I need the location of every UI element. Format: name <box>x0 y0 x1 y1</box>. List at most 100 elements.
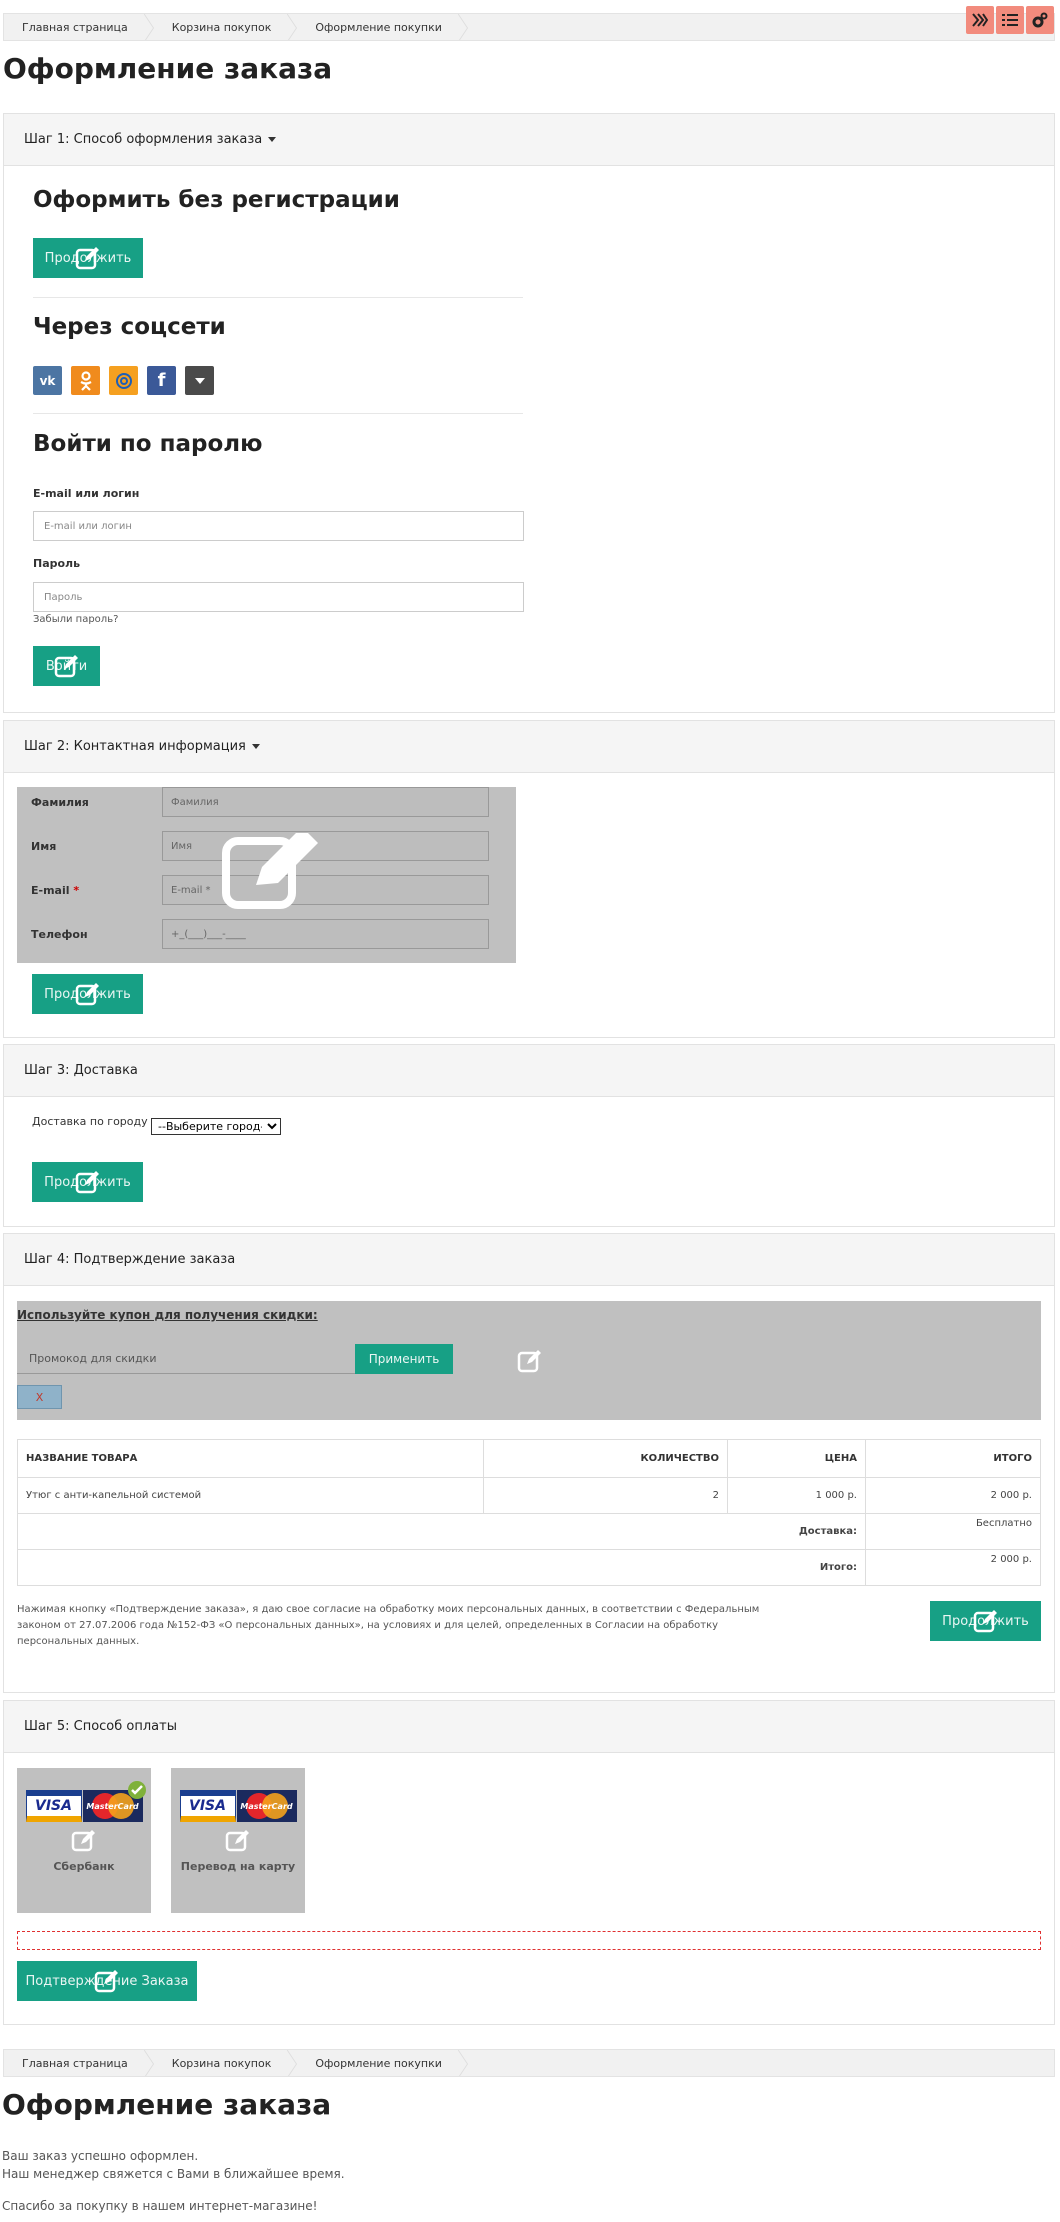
page-title: Оформление заказа <box>3 52 333 85</box>
cards-logos: VISA MasterCard <box>179 1790 297 1822</box>
success-line-1: Ваш заказ успешно оформлен. <box>2 2149 199 2163</box>
payment-name: Перевод на карту <box>180 1860 296 1873</box>
product-name: Утюг с анти-капельной системой <box>17 1477 484 1514</box>
contact-continue-label: Продолжить <box>44 986 131 1002</box>
delivery-row: Доставка: Бесплатно <box>17 1513 1041 1550</box>
guest-continue-label: Продолжить <box>44 250 132 266</box>
phone-label: Телефон <box>31 928 88 941</box>
firstname-label: Имя <box>31 840 57 853</box>
password-label: Пароль <box>33 557 81 570</box>
selected-check-icon <box>128 1781 146 1799</box>
visa-logo: VISA <box>179 1790 236 1822</box>
breadcrumb-current: Оформление покупки <box>297 2050 468 2076</box>
confirm-order-button[interactable]: Подтверждение Заказа <box>17 1961 197 2001</box>
settings-icon[interactable] <box>1026 6 1054 34</box>
payment-option-sberbank[interactable]: VISA MasterCard Сбербанк <box>17 1768 151 1913</box>
breadcrumb-home[interactable]: Главная страница <box>4 14 154 40</box>
breadcrumb-cart[interactable]: Корзина покупок <box>154 14 298 40</box>
social-heading: Через соцсети <box>33 314 226 340</box>
consent-text: Нажимая кнопку «Подтверждение заказа», я… <box>17 1604 760 1647</box>
edit-icon <box>225 1830 249 1852</box>
step-3-header[interactable]: Шаг 3: Доставка <box>4 1045 1054 1097</box>
email-input[interactable]: E-mail * <box>162 875 489 905</box>
step-3-title: Шаг 3: Доставка <box>24 1063 138 1078</box>
confirm-continue-label: Продолжить <box>942 1613 1029 1629</box>
step-2-header[interactable]: Шаг 2: Контактная информация <box>4 721 1054 773</box>
step-2-panel: Шаг 2: Контактная информация Фамилия Фам… <box>3 720 1055 1038</box>
breadcrumb: Главная страница Корзина покупок Оформле… <box>3 13 1055 41</box>
login-input[interactable]: E-mail или логин <box>33 511 524 541</box>
delivery-label: Доставка по городу <box>32 1115 148 1128</box>
login-label: E-mail или логин <box>33 487 140 500</box>
lastname-input[interactable]: Фамилия <box>162 787 489 817</box>
firstname-input[interactable]: Имя <box>162 831 489 861</box>
facebook-icon[interactable]: f <box>147 366 176 395</box>
breadcrumb-home[interactable]: Главная страница <box>4 2050 154 2076</box>
guest-heading: Оформить без регистрации <box>33 187 400 213</box>
step-5-header[interactable]: Шаг 5: Способ оплаты <box>4 1701 1054 1753</box>
list-icon[interactable] <box>996 6 1024 34</box>
admin-toolbar <box>966 6 1054 34</box>
step-4-panel: Шаг 4: Подтверждение заказа Используйте … <box>3 1233 1055 1693</box>
contact-continue-button[interactable]: Продолжить <box>32 974 143 1014</box>
total-row-value: 2 000 р. <box>865 1549 1041 1586</box>
success-message: Ваш заказ успешно оформлен. Наш менеджер… <box>2 2147 345 2215</box>
col-product: НАЗВАНИЕ ТОВАРА <box>17 1439 484 1478</box>
mastercard-text: MasterCard <box>86 1801 139 1811</box>
apply-coupon-button[interactable]: Применить <box>355 1344 453 1374</box>
phone-input[interactable]: +_(___)___-____ <box>162 919 489 949</box>
product-price: 1 000 р. <box>727 1477 866 1514</box>
confirm-continue-button[interactable]: Продолжить <box>930 1601 1041 1641</box>
table-header-row: НАЗВАНИЕ ТОВАРА КОЛИЧЕСТВО ЦЕНА ИТОГО <box>17 1439 1041 1478</box>
col-quantity: КОЛИЧЕСТВО <box>483 1439 728 1478</box>
delivery-row-label: Доставка: <box>17 1513 866 1550</box>
vk-icon[interactable]: vk <box>33 366 62 395</box>
step-2-title: Шаг 2: Контактная информация <box>24 739 246 754</box>
caret-down-icon <box>268 137 277 142</box>
step-4-title: Шаг 4: Подтверждение заказа <box>24 1252 236 1267</box>
breadcrumb-current: Оформление покупки <box>297 14 468 40</box>
col-total: ИТОГО <box>865 1439 1041 1478</box>
step-4-header[interactable]: Шаг 4: Подтверждение заказа <box>4 1234 1054 1286</box>
col-price: ЦЕНА <box>727 1439 866 1478</box>
forgot-password-link[interactable]: Забыли пароль? <box>33 614 118 625</box>
success-line-2: Наш менеджер свяжется с Вами в ближайшее… <box>2 2167 345 2181</box>
caret-down-icon <box>251 744 260 749</box>
social-buttons: vk f <box>33 366 214 395</box>
login-heading: Войти по паролю <box>33 431 263 457</box>
breadcrumb-cart[interactable]: Корзина покупок <box>154 2050 298 2076</box>
divider <box>33 413 523 414</box>
order-table: НАЗВАНИЕ ТОВАРА КОЛИЧЕСТВО ЦЕНА ИТОГО Ут… <box>17 1439 1041 1586</box>
cards-logos: VISA MasterCard <box>25 1790 143 1822</box>
payment-error-box <box>17 1931 1041 1950</box>
total-row-label: Итого: <box>17 1549 866 1586</box>
odnoklassniki-icon[interactable] <box>71 366 100 395</box>
login-button[interactable]: Войти <box>33 646 100 686</box>
mastercard-text: MasterCard <box>240 1801 293 1811</box>
payment-option-card-transfer[interactable]: VISA MasterCard Перевод на карту <box>171 1768 305 1913</box>
city-select[interactable]: --Выберите город-- <box>151 1118 281 1135</box>
mastercard-logo: MasterCard <box>236 1790 297 1822</box>
confirm-order-label: Подтверждение Заказа <box>25 1973 189 1989</box>
payment-name: Сбербанк <box>53 1860 115 1873</box>
divider <box>33 297 523 298</box>
edit-icon <box>222 833 318 909</box>
coupon-input[interactable]: Промокод для скидки <box>17 1344 355 1374</box>
step-1-panel: Шаг 1: Способ оформления заказа Оформить… <box>3 113 1055 713</box>
collapse-icon[interactable] <box>966 6 994 34</box>
mailru-icon[interactable] <box>109 366 138 395</box>
email-label-text: E-mail <box>31 884 70 897</box>
product-quantity: 2 <box>483 1477 728 1514</box>
product-total: 2 000 р. <box>865 1477 1041 1514</box>
edit-icon <box>517 1350 541 1373</box>
more-icon[interactable] <box>185 366 214 395</box>
step-1-header[interactable]: Шаг 1: Способ оформления заказа <box>4 114 1054 166</box>
guest-continue-button[interactable]: Продолжить <box>33 238 143 278</box>
delivery-continue-label: Продолжить <box>44 1174 131 1190</box>
clear-coupon-button[interactable]: X <box>17 1385 62 1409</box>
step-5-title: Шаг 5: Способ оплаты <box>24 1719 177 1734</box>
password-input[interactable]: Пароль <box>33 582 524 612</box>
step-3-panel: Шаг 3: Доставка Доставка по городу --Выб… <box>3 1044 1055 1227</box>
delivery-continue-button[interactable]: Продолжить <box>32 1162 143 1202</box>
step-1-title: Шаг 1: Способ оформления заказа <box>24 132 263 147</box>
